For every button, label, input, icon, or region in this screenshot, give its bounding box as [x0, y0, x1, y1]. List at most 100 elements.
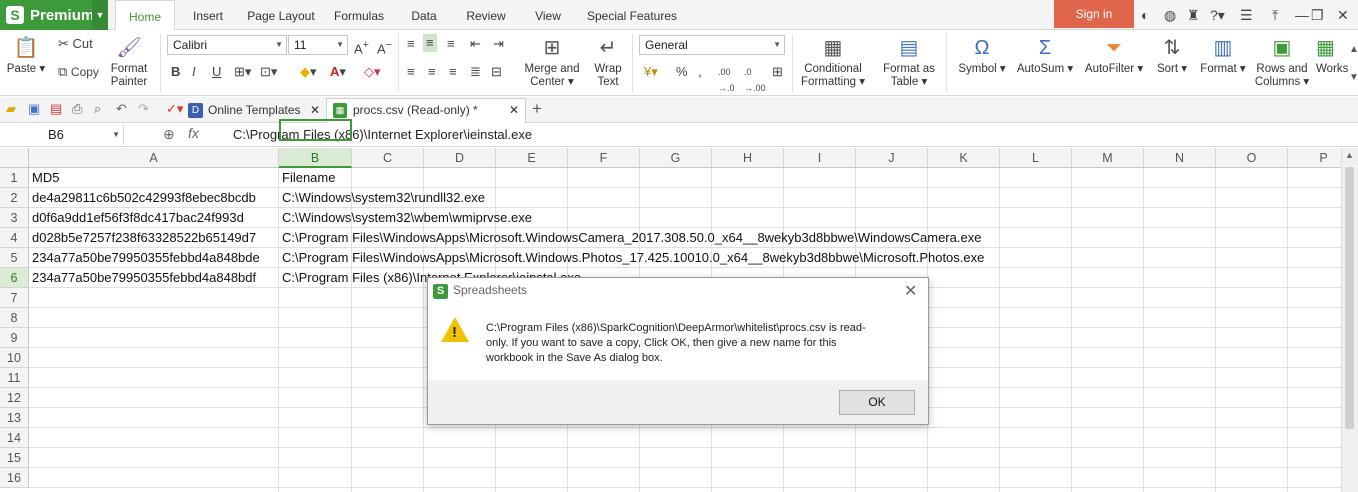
merge-cells-icon[interactable]: ⊡▾	[260, 64, 277, 80]
fill-color-icon[interactable]: ◆▾	[300, 64, 317, 80]
cell-a5[interactable]: 234a77a50be79950355febbd4a848bde	[29, 248, 260, 268]
autofilter-button[interactable]: ⏷ AutoFilter ▾	[1082, 36, 1146, 76]
column-header-h[interactable]: H	[712, 148, 784, 168]
column-header-e[interactable]: E	[496, 148, 568, 168]
font-size-select[interactable]: 11 ▼	[288, 35, 348, 55]
number-format-select[interactable]: General ▼	[639, 35, 785, 55]
increase-indent-icon[interactable]: ⇥	[493, 36, 504, 52]
menu-icon[interactable]: ☰	[1240, 7, 1253, 24]
autosum-button[interactable]: Σ AutoSum ▾	[1014, 36, 1076, 76]
chevron-down-icon[interactable]: ▼	[92, 0, 108, 30]
column-header-o[interactable]: O	[1216, 148, 1288, 168]
format-painter-button[interactable]: 🖌 Format Painter	[106, 36, 152, 89]
conditional-formatting-button[interactable]: ▦ Conditional Formatting ▾	[798, 36, 868, 89]
font-name-select[interactable]: Calibri ▼	[167, 35, 287, 55]
decrease-font-icon[interactable]: A−	[377, 37, 392, 57]
row-header-2[interactable]: 2	[0, 188, 29, 208]
italic-icon[interactable]: I	[192, 64, 196, 80]
export-pdf-icon[interactable]: ▤	[50, 101, 62, 117]
cell-a3[interactable]: d0f6a9dd1ef56f3f8dc417bac24f993d	[29, 208, 244, 228]
column-header-f[interactable]: F	[568, 148, 640, 168]
print-icon[interactable]: ⎙	[72, 101, 82, 117]
row-header-1[interactable]: 1	[0, 168, 29, 188]
cell-b1[interactable]: Filename	[279, 168, 335, 188]
borders-icon[interactable]: ⊞▾	[234, 64, 251, 80]
row-header-14[interactable]: 14	[0, 428, 29, 448]
column-header-l[interactable]: L	[1000, 148, 1072, 168]
selected-cell-b6[interactable]	[279, 119, 352, 141]
restore-window-icon[interactable]: ⤒	[1272, 7, 1278, 24]
help-icon[interactable]: ?▾	[1210, 7, 1225, 24]
name-box[interactable]: B6 ▼	[0, 124, 124, 145]
close-icon[interactable]: ✕	[509, 99, 519, 122]
row-header-11[interactable]: 11	[0, 368, 29, 388]
scroll-up-icon[interactable]: ▲	[1349, 44, 1358, 55]
cut-button[interactable]: ✂ Cut	[58, 36, 93, 52]
tab-data[interactable]: Data	[404, 0, 444, 30]
print-preview-icon[interactable]: ⌕	[94, 101, 101, 117]
scroll-down-icon[interactable]: ▼	[1349, 72, 1358, 83]
column-header-n[interactable]: N	[1144, 148, 1216, 168]
close-icon[interactable]: ✕	[1337, 7, 1349, 24]
cell-a4[interactable]: d028b5e7257f238f63328522b65149d7	[29, 228, 256, 248]
increase-decimal-icon[interactable]: .00 →.0	[718, 64, 735, 96]
format-button[interactable]: ▥ Format ▾	[1196, 36, 1250, 76]
tab-insert[interactable]: Insert	[180, 0, 236, 30]
column-header-c[interactable]: C	[352, 148, 424, 168]
cell-b4[interactable]: C:\Program Files\WindowsApps\Microsoft.W…	[279, 228, 981, 248]
clear-icon[interactable]: ◇▾	[364, 64, 381, 80]
distributed-icon[interactable]: ⊟	[491, 64, 502, 80]
row-header-10[interactable]: 10	[0, 348, 29, 368]
row-header-7[interactable]: 7	[0, 288, 29, 308]
zoom-icon[interactable]: ⊕	[163, 126, 175, 143]
cell-a1[interactable]: MD5	[29, 168, 59, 188]
save-icon[interactable]: ▣	[28, 101, 40, 117]
new-tab-icon[interactable]: +	[532, 99, 542, 119]
pin-icon[interactable]: ✓▾	[166, 101, 183, 117]
cell-b2[interactable]: C:\Windows\system32\rundll32.exe	[279, 188, 485, 208]
row-header-5[interactable]: 5	[0, 248, 29, 268]
column-header-i[interactable]: I	[784, 148, 856, 168]
rows-and-columns-button[interactable]: ▣ Rows and Columns ▾	[1254, 36, 1310, 89]
close-icon[interactable]: ✕	[904, 281, 917, 301]
tab-procs-csv[interactable]: ▦ procs.csv (Read-only) * ✕	[326, 98, 526, 123]
feedback-icon[interactable]: ◍	[1164, 7, 1176, 24]
ok-button[interactable]: OK	[839, 390, 915, 415]
align-center-icon[interactable]: ≡	[428, 64, 436, 80]
undo-icon[interactable]: ↶	[116, 101, 127, 117]
skin-icon[interactable]: ◐	[1141, 7, 1149, 23]
currency-icon[interactable]: ¥▾	[644, 64, 658, 80]
row-header-13[interactable]: 13	[0, 408, 29, 428]
premium-menu-button[interactable]: S Premium ▼	[0, 0, 108, 30]
column-header-m[interactable]: M	[1072, 148, 1144, 168]
select-all-corner[interactable]	[0, 148, 29, 168]
percent-icon[interactable]: %	[676, 64, 688, 80]
format-as-table-button[interactable]: ▤ Format as Table ▾	[878, 36, 940, 89]
scroll-up-icon[interactable]: ▲	[1345, 150, 1354, 160]
tab-page-layout[interactable]: Page Layout	[244, 0, 318, 30]
tab-review[interactable]: Review	[460, 0, 512, 30]
format-cells-icon[interactable]: ⊞	[772, 64, 783, 80]
maximize-icon[interactable]: ❐	[1311, 7, 1324, 24]
scrollbar-thumb[interactable]	[1345, 167, 1354, 429]
row-header-4[interactable]: 4	[0, 228, 29, 248]
decrease-decimal-icon[interactable]: .0 →.00	[744, 64, 766, 96]
formula-input[interactable]: C:\Program Files (x86)\Internet Explorer…	[233, 125, 532, 145]
increase-font-icon[interactable]: A+	[354, 37, 369, 57]
tab-view[interactable]: View	[528, 0, 568, 30]
bold-icon[interactable]: B	[171, 64, 180, 80]
align-top-icon[interactable]: ≡	[407, 36, 415, 52]
comma-style-icon[interactable]: ,	[698, 64, 702, 80]
column-header-k[interactable]: K	[928, 148, 1000, 168]
underline-icon[interactable]: U	[212, 64, 221, 80]
tab-special-features[interactable]: Special Features	[584, 0, 680, 30]
sign-in-button[interactable]: Sign in	[1054, 0, 1134, 28]
column-header-d[interactable]: D	[424, 148, 496, 168]
row-header-12[interactable]: 12	[0, 388, 29, 408]
column-header-a[interactable]: A	[29, 148, 279, 168]
merge-and-center-button[interactable]: ⊞ Merge and Center ▾	[519, 36, 585, 89]
tab-home[interactable]: Home	[115, 0, 175, 31]
column-header-g[interactable]: G	[640, 148, 712, 168]
row-header-15[interactable]: 15	[0, 448, 29, 468]
font-color-icon[interactable]: A▾	[330, 64, 346, 80]
